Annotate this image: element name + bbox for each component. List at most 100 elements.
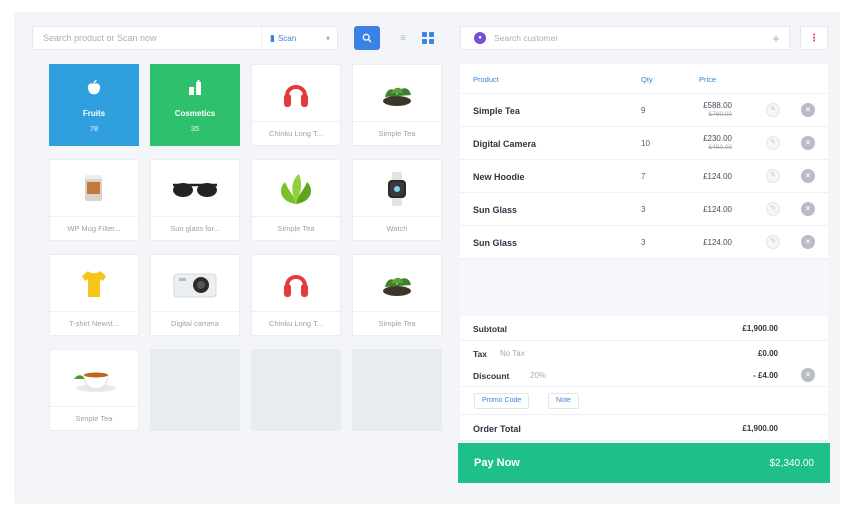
- cart-row[interactable]: Simple Tea 9 £588.00 £760.00 ✎ ×: [460, 94, 828, 127]
- cart-row[interactable]: Sun Glass 3 £124.00 ✎ ×: [460, 193, 828, 226]
- qty-column-header: Qty: [641, 75, 653, 84]
- edit-item-button[interactable]: ✎: [766, 202, 780, 216]
- tea-cup-icon: [74, 372, 116, 392]
- barcode-icon: ▮: [270, 32, 275, 43]
- subtotal-row: Subtotal £1,900.00: [460, 316, 828, 341]
- pencil-icon: ✎: [770, 106, 776, 113]
- promo-code-button[interactable]: Promo Code: [474, 393, 530, 409]
- pencil-icon: ✎: [770, 139, 776, 146]
- product-tile[interactable]: Chinku Long T...: [251, 64, 341, 146]
- remove-item-button[interactable]: ×: [801, 103, 815, 117]
- customer-search-bar: ● +: [460, 26, 790, 50]
- order-total-value: £1,900.00: [742, 424, 778, 433]
- remove-item-button[interactable]: ×: [801, 235, 815, 249]
- cart-product-name: Digital Camera: [473, 139, 537, 149]
- pay-now-button[interactable]: Pay Now $2,340.00: [458, 443, 830, 483]
- product-tile[interactable]: Simple Tea: [352, 254, 442, 336]
- headphones-icon: [284, 85, 308, 107]
- empty-tile: [150, 349, 240, 431]
- chevron-down-icon: ▾: [325, 33, 330, 43]
- product-tile[interactable]: Simple Tea: [49, 349, 139, 431]
- cart-row[interactable]: Digital Camera 10 £230.00 £450.00 ✎ ×: [460, 127, 828, 160]
- cart-product-name: New Hoodie: [473, 172, 525, 182]
- cart-row[interactable]: New Hoodie 7 £124.00 ✎ ×: [460, 160, 828, 193]
- pencil-icon: ✎: [770, 238, 776, 245]
- product-tile[interactable]: Simple Tea: [251, 159, 341, 241]
- discount-value: - £4.00: [753, 371, 778, 380]
- product-tile[interactable]: Simple Tea: [352, 64, 442, 146]
- order-total-label: Order Total: [473, 424, 521, 434]
- tax-note: No Tax: [500, 349, 525, 358]
- close-icon: ×: [805, 370, 811, 379]
- cart-row[interactable]: Sun Glass 3 £124.00 ✎ ×: [460, 226, 828, 259]
- note-button[interactable]: Note: [548, 393, 579, 409]
- camera-icon: [173, 273, 217, 298]
- mug-icon: [85, 175, 102, 201]
- product-tile[interactable]: T-shirt Newst...: [49, 254, 139, 336]
- cart-qty: 10: [641, 139, 650, 148]
- search-icon: [362, 33, 372, 43]
- cart-price: £124.00: [703, 172, 732, 181]
- scan-label: Scan: [277, 33, 297, 43]
- sunglasses-icon: [173, 183, 217, 197]
- product-search-bar: ▮ Scan ▾: [32, 26, 338, 50]
- product-name: T-shirt Newst...: [50, 311, 138, 335]
- cart-header: Product Qty Price: [460, 64, 828, 94]
- remove-discount-button[interactable]: ×: [801, 368, 815, 382]
- close-icon: ×: [805, 105, 811, 114]
- cart-product-name: Simple Tea: [473, 106, 520, 116]
- category-tile-fruits[interactable]: Fruits 78: [49, 64, 139, 146]
- product-tile[interactable]: WP Mug Filter...: [49, 159, 139, 241]
- remove-item-button[interactable]: ×: [801, 202, 815, 216]
- close-icon: ×: [805, 171, 811, 180]
- pay-now-label: Pay Now: [474, 457, 520, 469]
- customer-avatar-icon: ●: [474, 32, 486, 44]
- edit-item-button[interactable]: ✎: [766, 103, 780, 117]
- tea-leaves-icon: [383, 277, 411, 296]
- product-tile[interactable]: Digital camera: [150, 254, 240, 336]
- grid-view-toggle[interactable]: [421, 31, 435, 45]
- cart-qty: 7: [641, 172, 646, 181]
- watch-icon: [388, 172, 406, 206]
- scan-dropdown[interactable]: ▮ Scan ▾: [261, 27, 337, 49]
- list-icon: ≡: [400, 32, 406, 44]
- pay-now-amount: $2,340.00: [769, 457, 815, 469]
- product-name: Sun glass for...: [151, 216, 239, 240]
- tax-value: £0.00: [757, 349, 778, 358]
- add-customer-button[interactable]: +: [763, 31, 789, 46]
- pencil-icon: ✎: [770, 172, 776, 179]
- product-name: WP Mug Filter...: [50, 216, 138, 240]
- close-icon: ×: [805, 237, 811, 246]
- discount-row: Discount 20% - £4.00 ×: [460, 363, 828, 387]
- product-name: Chinku Long T...: [252, 121, 340, 145]
- empty-tile: [352, 349, 442, 431]
- product-search-input[interactable]: [33, 27, 261, 49]
- edit-item-button[interactable]: ✎: [766, 169, 780, 183]
- customer-search-input[interactable]: [486, 33, 763, 43]
- remove-item-button[interactable]: ×: [801, 169, 815, 183]
- product-tile[interactable]: Watch: [352, 159, 442, 241]
- vertical-dots-icon: ⋮: [809, 32, 819, 44]
- list-view-toggle[interactable]: ≡: [396, 31, 410, 45]
- plus-icon: +: [772, 30, 780, 46]
- product-tile[interactable]: Sun glass for...: [150, 159, 240, 241]
- remove-item-button[interactable]: ×: [801, 136, 815, 150]
- tax-label: Tax: [473, 349, 488, 359]
- cart-price: £124.00: [703, 238, 732, 247]
- cart-old-price: £450.00: [708, 144, 733, 151]
- cart-price: £124.00: [703, 205, 732, 214]
- edit-item-button[interactable]: ✎: [766, 235, 780, 249]
- category-label: Fruits: [82, 109, 106, 118]
- product-name: Watch: [353, 216, 441, 240]
- discount-note: 20%: [530, 371, 547, 380]
- product-tile[interactable]: Chinku Long T...: [251, 254, 341, 336]
- close-icon: ×: [805, 204, 811, 213]
- search-button[interactable]: [354, 26, 380, 50]
- product-name: Simple Tea: [353, 311, 441, 335]
- category-count: 35: [190, 124, 200, 133]
- edit-item-button[interactable]: ✎: [766, 136, 780, 150]
- more-options-button[interactable]: ⋮: [800, 26, 828, 50]
- close-icon: ×: [805, 138, 811, 147]
- category-tile-cosmetics[interactable]: Cosmetics 35: [150, 64, 240, 146]
- cart-price: £588.00: [703, 101, 732, 110]
